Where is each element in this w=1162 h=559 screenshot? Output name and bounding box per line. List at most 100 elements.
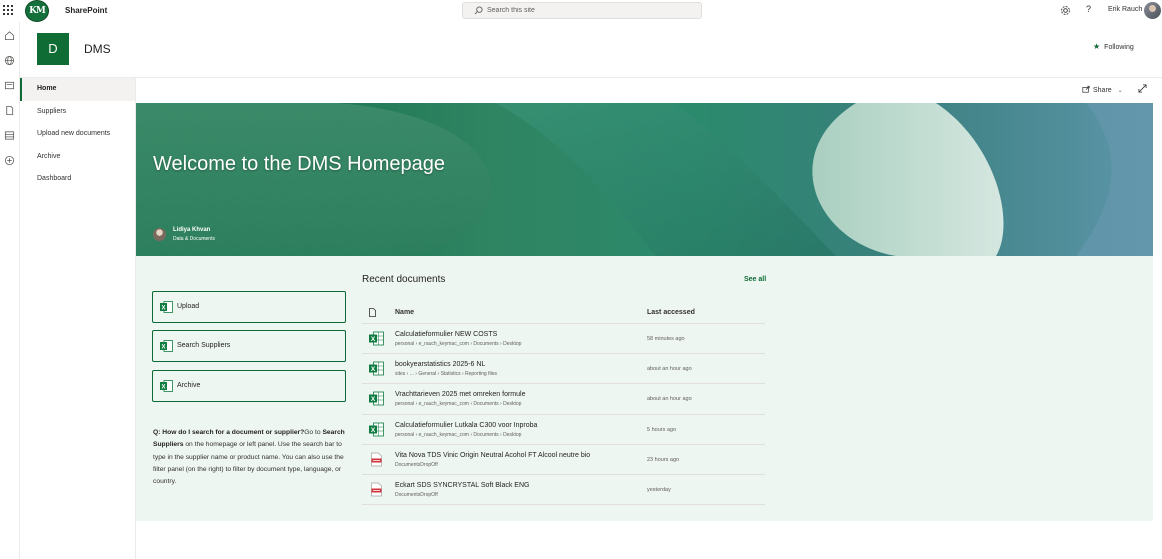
document-path: personal › e_rauch_keymac_com › Document… <box>395 431 522 438</box>
excel-file-icon: X <box>369 391 384 411</box>
faq-text-1: Go to <box>304 429 323 436</box>
column-header-last-accessed[interactable]: Last accessed <box>647 309 695 316</box>
svg-text:X: X <box>161 344 165 350</box>
document-last-accessed: yesterday <box>647 486 671 493</box>
nav-item-suppliers[interactable]: Suppliers <box>20 101 135 124</box>
app-launcher-icon[interactable] <box>3 5 13 15</box>
following-label: Following <box>1104 44 1134 51</box>
list-icon[interactable] <box>4 130 15 141</box>
document-last-accessed: about an hour ago <box>647 366 692 373</box>
search-box[interactable] <box>462 2 702 19</box>
left-navigation: Home Suppliers Upload new documents Arch… <box>20 78 136 559</box>
help-icon[interactable]: ? <box>1086 4 1091 14</box>
table-row[interactable]: Eckart SDS SYNCRYSTAL Soft Black ENG Docu… <box>362 475 765 506</box>
document-name[interactable]: Vita Nova TDS Vinic Origin Neutral Acoho… <box>395 452 590 459</box>
expand-icon[interactable] <box>1138 84 1147 93</box>
document-name[interactable]: Calculatieformulier Lutkala C300 voor In… <box>395 422 537 429</box>
svg-text:X: X <box>161 305 165 311</box>
pdf-file-icon <box>369 482 384 502</box>
document-name[interactable]: Calculatieformulier NEW COSTS <box>395 331 497 338</box>
document-name[interactable]: Vrachttarieven 2025 met omreken formule <box>395 391 525 398</box>
suite-bar: KM SharePoint ? Erik Rauch <box>0 0 1162 22</box>
author-department: Data & Documents <box>173 236 215 242</box>
document-last-accessed: about an hour ago <box>647 396 692 403</box>
share-icon <box>1082 85 1090 93</box>
create-icon[interactable] <box>4 155 15 166</box>
recent-documents-table: Name Last accessed X Calculatieformulier … <box>362 301 765 506</box>
document-icon[interactable] <box>4 105 15 116</box>
user-avatar[interactable] <box>1144 2 1161 19</box>
table-row[interactable]: Xbookyearstatistics 2025-6 NL sites › ...… <box>362 354 765 385</box>
hero-background <box>136 103 1153 256</box>
site-logo[interactable]: D <box>37 33 69 65</box>
svg-text:X: X <box>371 336 376 343</box>
app-name[interactable]: SharePoint <box>65 6 107 15</box>
table-row[interactable]: X Calculatieformulier Lutkala C300 voor I… <box>362 415 765 445</box>
svg-text:X: X <box>161 384 165 390</box>
app-rail <box>0 22 20 559</box>
table-row[interactable]: X Calculatieformulier NEW COSTS personal ›… <box>362 324 765 355</box>
content-section: X Upload X Search Suppliers X Archive Q:… <box>136 256 1153 521</box>
see-all-link[interactable]: See all <box>744 276 766 283</box>
document-name[interactable]: Eckart SDS SYNCRYSTAL Soft Black ENG <box>395 482 529 489</box>
search-input[interactable] <box>487 5 687 16</box>
document-last-accessed: 23 hours ago <box>647 456 680 463</box>
excel-file-icon: X <box>369 422 384 442</box>
svg-text:X: X <box>371 366 376 373</box>
search-suppliers-label: Search Suppliers <box>177 342 231 349</box>
nav-item-archive[interactable]: Archive <box>20 146 135 169</box>
site-header: D DMS ★ Following <box>20 22 1162 78</box>
search-icon <box>474 6 483 15</box>
column-header-name[interactable]: Name <box>395 309 414 316</box>
author-name[interactable]: Lidiya Khvan <box>173 227 210 233</box>
share-button[interactable]: Share ⌄ <box>1082 85 1123 94</box>
document-last-accessed: 5 hours ago <box>647 426 677 433</box>
table-header: Name Last accessed <box>362 301 765 324</box>
share-label: Share <box>1093 87 1112 94</box>
author-avatar[interactable] <box>153 228 166 241</box>
archive-label: Archive <box>177 382 201 389</box>
document-path: DocumentsDropOff <box>395 461 438 468</box>
nav-item-home[interactable]: Home <box>20 78 135 101</box>
table-row[interactable]: Vita Nova TDS Vinic Origin Neutral Acoho… <box>362 445 765 475</box>
faq-text: Q: How do I search for a document or sup… <box>153 427 347 488</box>
table-body: X Calculatieformulier NEW COSTS personal ›… <box>362 324 765 506</box>
faq-question: Q: How do I search for a document or sup… <box>153 429 305 436</box>
upload-label: Upload <box>177 303 200 310</box>
chevron-down-icon: ⌄ <box>1117 88 1123 94</box>
document-path: sites › ... › General › Statistics › Rep… <box>395 371 497 378</box>
document-last-accessed: 58 minutes ago <box>647 336 685 342</box>
nav-item-upload-new-documents[interactable]: Upload new documents <box>20 123 135 146</box>
svg-text:X: X <box>371 426 376 433</box>
document-path: personal › e_rauch_keymac_com › Document… <box>395 341 522 347</box>
excel-icon: X <box>160 301 173 313</box>
nav-item-dashboard[interactable]: Dashboard <box>20 168 135 191</box>
pdf-file-icon <box>369 452 384 472</box>
excel-file-icon: X <box>369 331 384 351</box>
home-icon[interactable] <box>4 30 15 41</box>
document-path: personal › e_rauch_keymac_com › Document… <box>395 401 522 408</box>
following-button[interactable]: ★ Following <box>1093 42 1134 51</box>
site-title[interactable]: DMS <box>84 42 111 56</box>
excel-file-icon: X <box>369 361 384 381</box>
file-type-icon[interactable] <box>369 308 376 317</box>
search-suppliers-button[interactable]: X Search Suppliers <box>152 330 346 362</box>
excel-icon: X <box>160 380 173 392</box>
settings-gear-icon[interactable] <box>1060 5 1071 16</box>
excel-icon: X <box>160 340 173 352</box>
table-row[interactable]: X Vrachttarieven 2025 met omreken formule… <box>362 384 765 415</box>
svg-text:X: X <box>371 396 376 403</box>
star-icon: ★ <box>1093 42 1101 51</box>
news-icon[interactable] <box>4 80 15 91</box>
recent-documents-title: Recent documents <box>362 274 446 285</box>
user-name[interactable]: Erik Rauch <box>1108 6 1142 13</box>
command-bar: Share ⌄ <box>136 78 1162 102</box>
document-name[interactable]: bookyearstatistics 2025-6 NL <box>395 361 485 368</box>
archive-button[interactable]: X Archive <box>152 370 346 402</box>
hero-title: Welcome to the DMS Homepage <box>153 153 445 175</box>
upload-button[interactable]: X Upload <box>152 291 346 323</box>
document-path: DocumentsDropOff <box>395 491 438 498</box>
hero-banner: Welcome to the DMS Homepage Lidiya Khvan… <box>136 103 1153 256</box>
company-logo[interactable]: KM <box>25 0 49 22</box>
globe-icon[interactable] <box>4 55 15 66</box>
